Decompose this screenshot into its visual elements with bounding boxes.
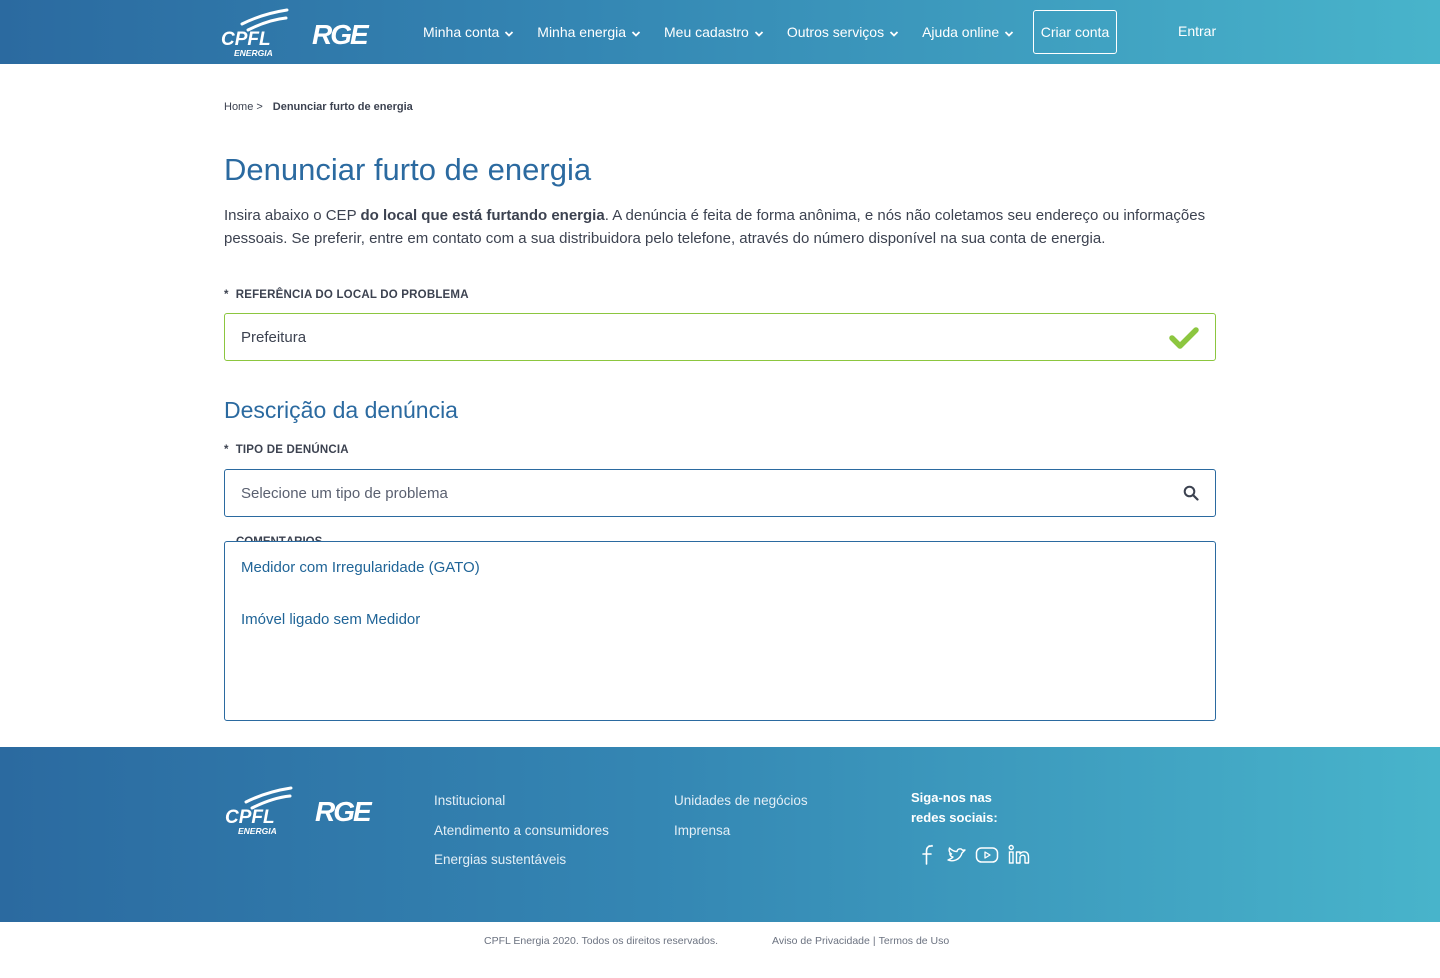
cpfl-energia-logo[interactable]: CPFL ENERGIA	[220, 8, 290, 58]
footer-link-unidades[interactable]: Unidades de negócios	[674, 793, 808, 808]
reference-input-value: Prefeitura	[241, 328, 307, 346]
terms-link[interactable]: Termos de Uso	[879, 935, 950, 947]
nav-meu-cadastro[interactable]: Meu cadastro	[664, 24, 765, 40]
breadcrumb-separator: >	[256, 101, 263, 113]
nav-item-label: Minha energia	[537, 24, 627, 40]
rge-logo[interactable]: RGE	[315, 795, 387, 827]
nav-minha-energia[interactable]: Minha energia	[537, 24, 642, 40]
svg-text:CPFL: CPFL	[225, 807, 275, 828]
dropdown-option-gato[interactable]: Medidor com Irregularidade (GATO)	[241, 559, 480, 576]
login-link[interactable]: Entrar	[1178, 23, 1216, 39]
required-mark: *	[224, 444, 229, 456]
reference-input[interactable]: Prefeitura	[224, 313, 1216, 361]
nav-item-label: Meu cadastro	[664, 24, 749, 40]
nav-item-label: Ajuda online	[922, 24, 1000, 40]
svg-text:RGE: RGE	[312, 19, 370, 50]
reference-label: * REFERÊNCIA DO LOCAL DO PROBLEMA	[224, 289, 469, 301]
create-account-button[interactable]: Criar conta	[1033, 10, 1117, 54]
breadcrumb-current: Denunciar furto de energia	[272, 101, 413, 113]
intro-text-bold: do local que está furtando energia	[360, 207, 605, 224]
nav-ajuda-online[interactable]: Ajuda online	[922, 24, 1015, 40]
intro-text-part1: Insira abaixo o CEP	[224, 207, 361, 224]
search-icon[interactable]	[1183, 485, 1199, 501]
type-select-input[interactable]: Selecione um tipo de problema	[224, 469, 1216, 517]
svg-text:RGE: RGE	[315, 796, 373, 827]
svg-text:ENERGIA: ENERGIA	[238, 826, 277, 836]
type-dropdown-list: Medidor com Irregularidade (GATO) Imóvel…	[224, 541, 1216, 721]
site-header: CPFL ENERGIA RGE Minha conta Minha energ…	[0, 0, 1440, 64]
legal-separator: |	[872, 935, 876, 947]
dropdown-option-sem-medidor[interactable]: Imóvel ligado sem Medidor	[241, 611, 420, 628]
nav-item-label: Minha conta	[423, 24, 500, 40]
section-title: Descrição da denúncia	[224, 397, 458, 423]
facebook-icon[interactable]	[914, 842, 940, 868]
nav-minha-conta[interactable]: Minha conta	[423, 24, 515, 40]
main-nav: Minha conta Minha energia Meu cadastro O…	[423, 0, 1037, 64]
social-title-line1: Siga-nos nas	[911, 790, 992, 805]
rge-logo[interactable]: RGE	[312, 18, 384, 50]
youtube-icon[interactable]	[974, 842, 1000, 868]
legal-links: Aviso de Privacidade | Termos de Uso	[772, 935, 949, 947]
type-label: * TIPO DE DENÚNCIA	[224, 444, 349, 456]
nav-item-label: Outros serviços	[786, 24, 885, 40]
footer-link-energias-sustentaveis[interactable]: Energias sustentáveis	[434, 852, 566, 867]
social-title: Siga-nos nas redes sociais:	[911, 788, 1021, 828]
page-title: Denunciar furto de energia	[224, 152, 592, 187]
chevron-down-icon	[1005, 31, 1014, 37]
intro-text: Insira abaixo o CEP do local que está fu…	[224, 205, 1209, 250]
breadcrumb-home-link[interactable]: Home	[224, 101, 253, 113]
footer-link-atendimento[interactable]: Atendimento a consumidores	[434, 823, 609, 838]
chevron-down-icon	[631, 31, 641, 37]
chevron-down-icon	[889, 31, 899, 37]
breadcrumb: Home > Denunciar furto de energia	[224, 101, 413, 113]
site-footer: CPFL ENERGIA RGE Institucional Atendimen…	[0, 747, 1440, 922]
svg-text:CPFL: CPFL	[221, 29, 271, 50]
chevron-down-icon	[754, 31, 763, 37]
copyright-text: CPFL Energia 2020. Todos os direitos res…	[484, 935, 719, 947]
bottom-bar: CPFL Energia 2020. Todos os direitos res…	[0, 922, 1440, 978]
twitter-icon[interactable]	[944, 842, 970, 868]
privacy-link[interactable]: Aviso de Privacidade	[772, 935, 870, 947]
reference-label-text: REFERÊNCIA DO LOCAL DO PROBLEMA	[235, 289, 469, 301]
chevron-down-icon	[505, 31, 514, 37]
social-title-line2: redes sociais:	[911, 810, 998, 825]
type-select-placeholder: Selecione um tipo de problema	[241, 484, 448, 502]
linkedin-icon[interactable]	[1006, 842, 1032, 868]
footer-link-imprensa[interactable]: Imprensa	[674, 823, 730, 838]
type-label-text: TIPO DE DENÚNCIA	[235, 444, 349, 456]
svg-text:ENERGIA: ENERGIA	[234, 48, 273, 58]
nav-outros-servicos[interactable]: Outros serviços	[787, 24, 900, 40]
cpfl-energia-logo[interactable]: CPFL ENERGIA	[224, 785, 294, 837]
check-icon	[1169, 327, 1199, 349]
footer-link-institucional[interactable]: Institucional	[434, 793, 505, 808]
required-mark: *	[224, 289, 229, 301]
